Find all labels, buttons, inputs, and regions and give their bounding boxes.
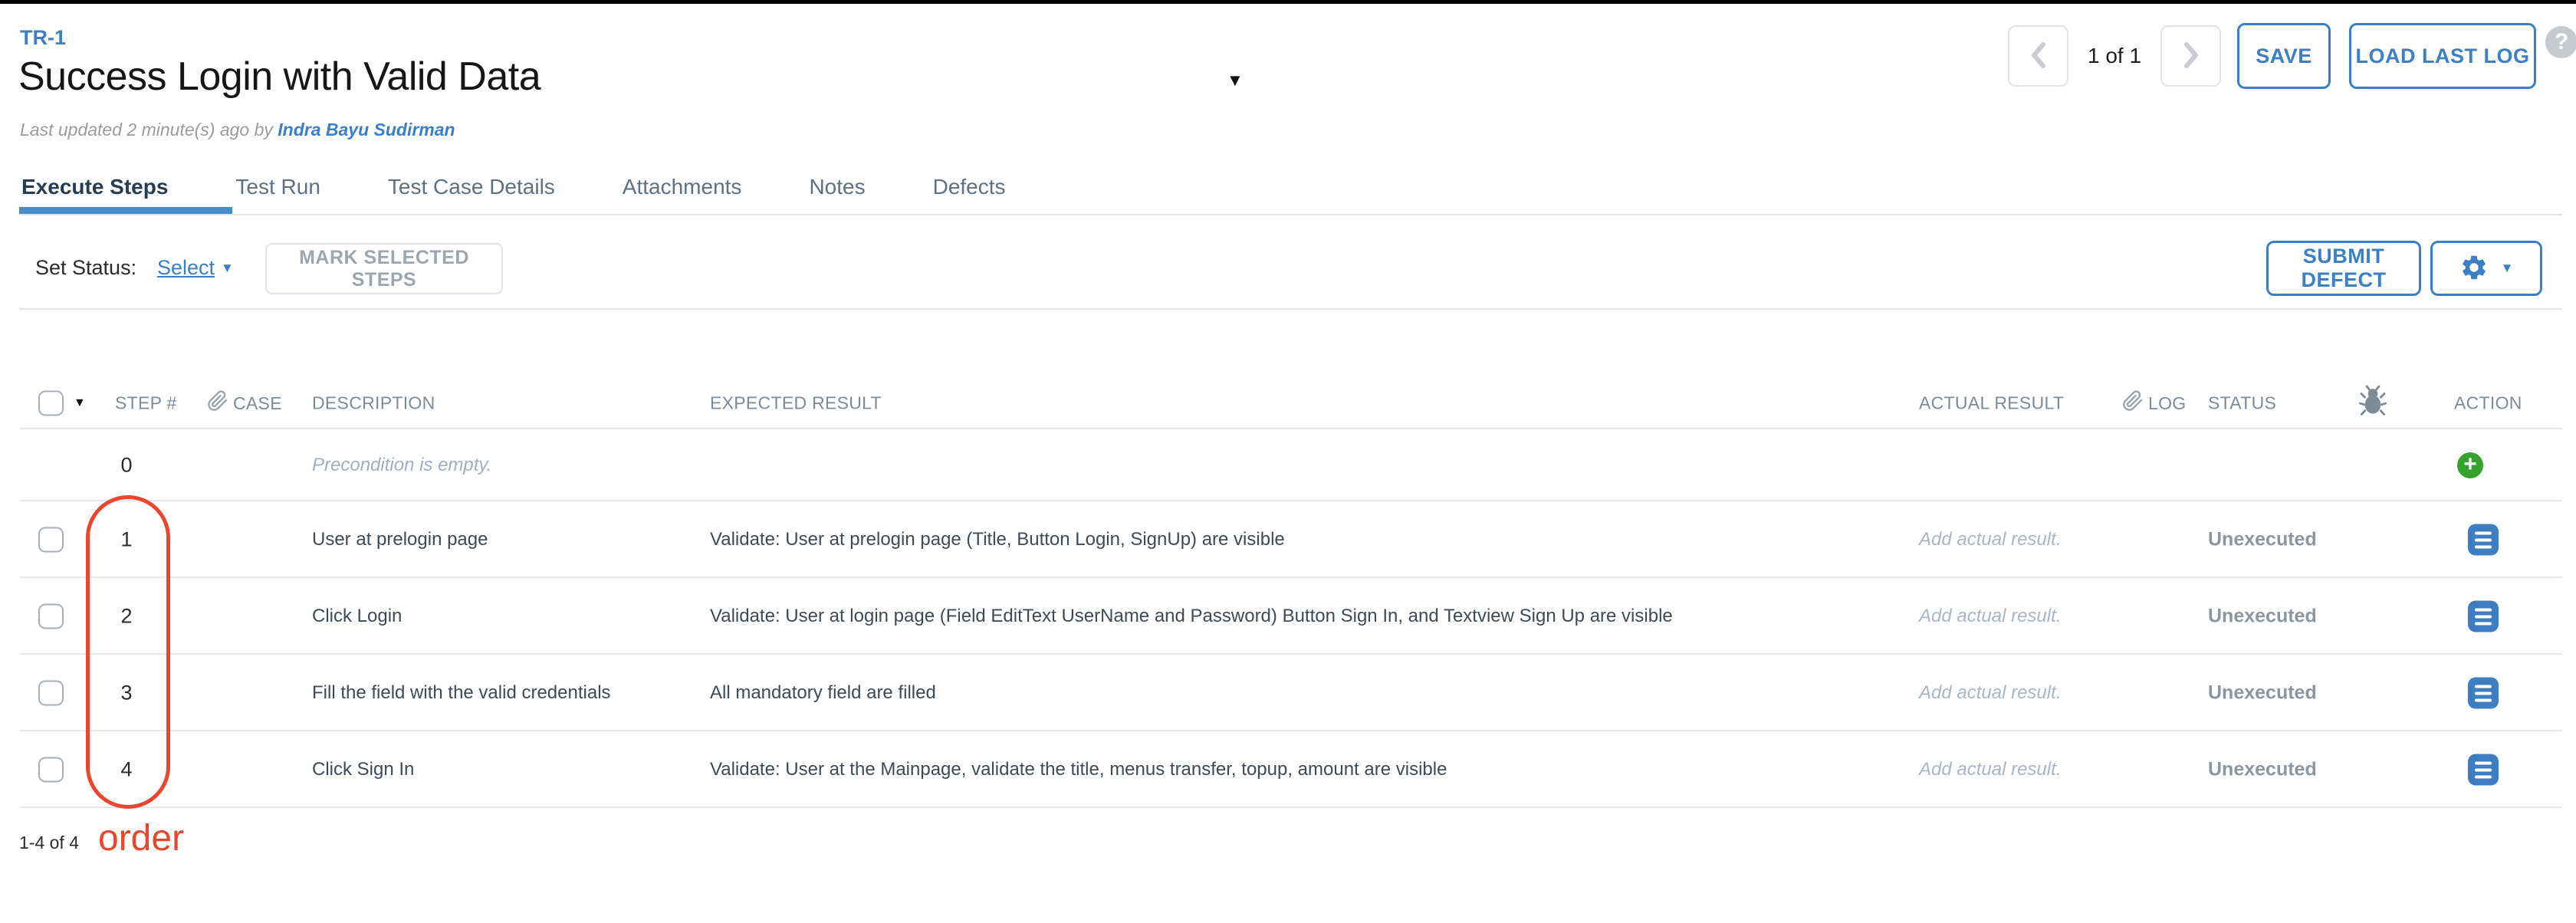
add-actual-result-placeholder[interactable]: Add actual result. xyxy=(1919,606,2061,627)
step-number: 4 xyxy=(107,758,146,782)
chevron-right-icon xyxy=(2182,41,2200,71)
tab-attachments[interactable]: Attachments xyxy=(623,175,742,199)
status-badge: Unexecuted xyxy=(2208,606,2317,628)
column-header-log: LOG xyxy=(2148,393,2186,414)
status-badge: Unexecuted xyxy=(2208,529,2317,551)
step-description: Click Login xyxy=(312,606,402,627)
step-action-menu-button[interactable] xyxy=(2468,601,2499,632)
add-precondition-icon[interactable]: + xyxy=(2457,452,2483,478)
bug-icon xyxy=(2358,385,2387,422)
mark-selected-steps-button[interactable]: MARK SELECTED STEPS xyxy=(265,243,503,294)
save-button[interactable]: SAVE xyxy=(2237,23,2331,89)
annotation-order-label: order xyxy=(98,817,184,859)
precondition-row: 0 Precondition is empty. + xyxy=(0,429,2576,501)
paperclip-icon xyxy=(2122,390,2144,416)
set-status-label: Set Status: xyxy=(35,256,136,280)
step-action-menu-button[interactable] xyxy=(2468,754,2499,786)
step-checkbox[interactable] xyxy=(38,757,64,783)
column-header-expected-result: EXPECTED RESULT xyxy=(710,393,882,414)
top-border xyxy=(0,0,2576,4)
step-description: Fill the field with the valid credential… xyxy=(312,682,611,704)
toolbar-divider xyxy=(19,308,2562,310)
step-row-1: 1 User at prelogin page Validate: User a… xyxy=(0,501,2576,578)
test-run-id-link[interactable]: TR-1 xyxy=(20,26,66,50)
step-expected-result: Validate: User at prelogin page (Title, … xyxy=(710,529,1285,550)
status-select-caret-icon[interactable]: ▼ xyxy=(221,261,234,276)
step-row-3: 3 Fill the field with the valid credenti… xyxy=(0,655,2576,731)
tab-execute-steps[interactable]: Execute Steps xyxy=(21,175,168,199)
column-header-description: DESCRIPTION xyxy=(312,393,435,414)
submit-defect-button[interactable]: SUBMIT DEFECT xyxy=(2266,241,2421,296)
tab-bar: Execute Steps Test Run Test Case Details… xyxy=(21,175,1006,199)
prev-page-button[interactable] xyxy=(2008,25,2068,87)
step-description: Click Sign In xyxy=(312,759,414,780)
author-link[interactable]: Indra Bayu Sudirman xyxy=(278,120,455,140)
tab-test-case-details[interactable]: Test Case Details xyxy=(388,175,555,199)
status-badge: Unexecuted xyxy=(2208,759,2317,781)
step-checkbox[interactable] xyxy=(38,604,64,629)
page-title: Success Login with Valid Data xyxy=(18,54,540,100)
next-page-button[interactable] xyxy=(2160,25,2221,87)
load-last-log-button[interactable]: LOAD LAST LOG xyxy=(2349,23,2536,89)
select-all-checkbox[interactable] xyxy=(38,391,64,416)
column-header-step: STEP # xyxy=(115,393,177,414)
add-actual-result-placeholder[interactable]: Add actual result. xyxy=(1919,759,2061,780)
steps-table: 0 Precondition is empty. + 1 User at pre… xyxy=(0,429,2576,808)
tab-notes[interactable]: Notes xyxy=(809,175,865,199)
help-icon[interactable]: ? xyxy=(2545,26,2576,58)
step-number: 2 xyxy=(107,605,146,629)
tab-test-run[interactable]: Test Run xyxy=(235,175,320,199)
add-actual-result-placeholder[interactable]: Add actual result. xyxy=(1919,682,2061,704)
tabs-divider xyxy=(19,214,2562,215)
status-badge: Unexecuted xyxy=(2208,682,2317,705)
step-expected-result: Validate: User at the Mainpage, validate… xyxy=(710,759,1447,780)
test-execution-page: TR-1 Success Login with Valid Data ▼ Las… xyxy=(0,0,2576,923)
column-header-status: STATUS xyxy=(2208,393,2276,414)
row-divider xyxy=(19,806,2562,808)
step-action-menu-button[interactable] xyxy=(2468,524,2499,556)
add-actual-result-placeholder[interactable]: Add actual result. xyxy=(1919,529,2061,550)
step-row-2: 2 Click Login Validate: User at login pa… xyxy=(0,578,2576,655)
table-header: ▼ STEP # CASE DESCRIPTION EXPECTED RESUL… xyxy=(0,377,2576,429)
column-header-action: ACTION xyxy=(2454,393,2522,414)
pagination-range-label: 1-4 of 4 xyxy=(19,833,79,853)
step-number: 1 xyxy=(107,528,146,552)
step-checkbox[interactable] xyxy=(38,681,64,706)
page-indicator: 1 of 1 xyxy=(2068,25,2160,87)
select-all-caret-icon[interactable]: ▼ xyxy=(74,396,86,410)
chevron-down-icon: ▼ xyxy=(2501,261,2514,276)
status-select-dropdown[interactable]: Select xyxy=(157,256,215,280)
step-expected-result: All mandatory field are filled xyxy=(710,682,936,704)
gear-icon xyxy=(2459,253,2489,284)
column-header-case: CASE xyxy=(233,393,282,414)
step-row-4: 4 Click Sign In Validate: User at the Ma… xyxy=(0,731,2576,808)
last-updated-text: Last updated 2 minute(s) ago by xyxy=(20,120,278,140)
settings-dropdown-button[interactable]: ▼ xyxy=(2430,241,2542,296)
paperclip-icon xyxy=(207,390,228,416)
step-description: User at prelogin page xyxy=(312,529,488,550)
step-checkbox[interactable] xyxy=(38,527,64,553)
chevron-left-icon xyxy=(2029,41,2048,71)
step-expected-result: Validate: User at login page (Field Edit… xyxy=(710,606,1673,627)
title-dropdown-icon[interactable]: ▼ xyxy=(1227,71,1244,90)
tab-defects[interactable]: Defects xyxy=(933,175,1006,199)
precondition-text: Precondition is empty. xyxy=(312,455,491,476)
step-number: 3 xyxy=(107,682,146,705)
column-header-actual-result: ACTUAL RESULT xyxy=(1919,393,2064,414)
step-action-menu-button[interactable] xyxy=(2468,678,2499,709)
last-updated-line: Last updated 2 minute(s) ago by Indra Ba… xyxy=(20,120,455,140)
step-number: 0 xyxy=(107,454,146,478)
